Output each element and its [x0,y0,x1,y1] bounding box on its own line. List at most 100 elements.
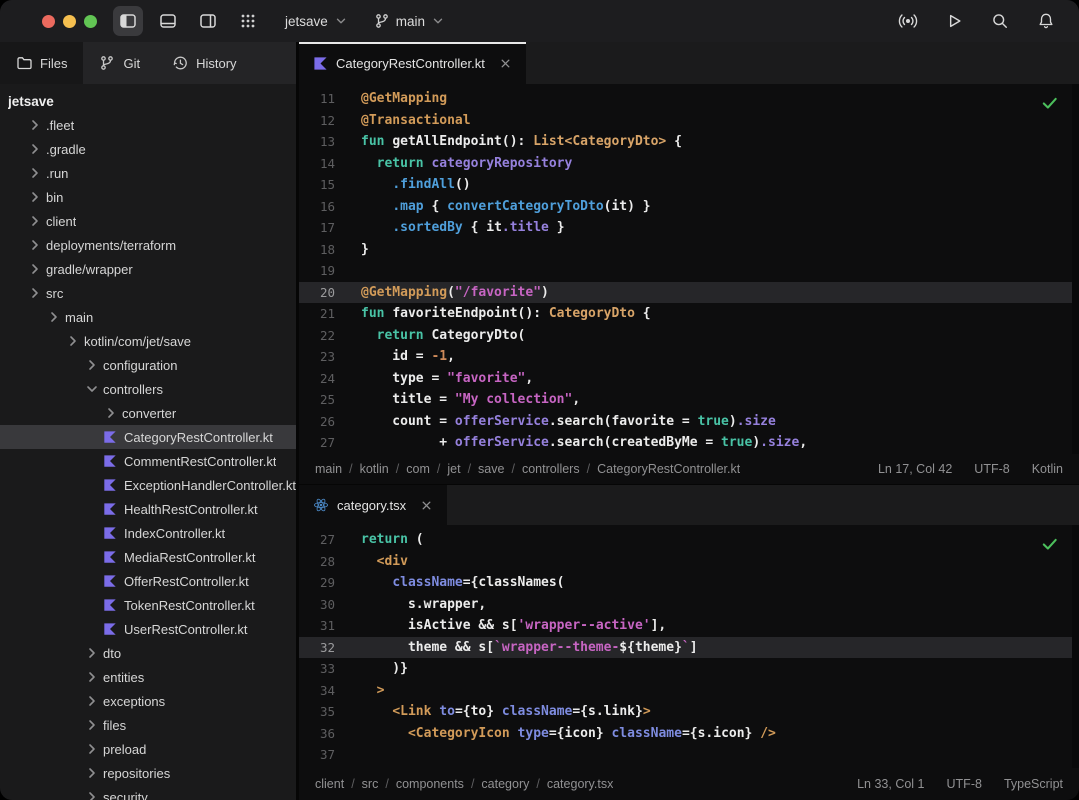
chevron-right-icon[interactable] [84,741,100,757]
tree-item-dto[interactable]: dto [0,641,296,665]
editor-tab-category-rest-controller[interactable]: CategoryRestController.kt [299,42,526,84]
tree-item-main[interactable]: main [0,305,296,329]
code-line-17[interactable]: 17 .sortedBy { it.title } [299,217,1079,239]
code-line-27[interactable]: 27return ( [299,529,1079,551]
code-line-35[interactable]: 35 <Link to={to} className={s.link}> [299,701,1079,723]
tree-item-entities[interactable]: entities [0,665,296,689]
tree-item-kotlin-com-jet-save[interactable]: kotlin/com/jet/save [0,329,296,353]
tree-item-src[interactable]: src [0,281,296,305]
breadcrumb-segment[interactable]: kotlin [360,462,389,476]
tree-item-exceptionhandlercontroller-kt[interactable]: ExceptionHandlerController.kt [0,473,296,497]
chevron-right-icon[interactable] [84,789,100,800]
breadcrumb-segment[interactable]: category [481,777,529,791]
tree-item-configuration[interactable]: configuration [0,353,296,377]
file-language[interactable]: Kotlin [1032,462,1063,476]
branch-selector[interactable]: main [374,13,445,29]
tab-history[interactable]: History [156,42,252,84]
code-line-23[interactable]: 23 id = -1, [299,346,1079,368]
file-language[interactable]: TypeScript [1004,777,1063,791]
cursor-position[interactable]: Ln 33, Col 1 [857,777,924,791]
tree-item-commentrestcontroller-kt[interactable]: CommentRestController.kt [0,449,296,473]
tree-item-userrestcontroller-kt[interactable]: UserRestController.kt [0,617,296,641]
tree-item-files[interactable]: files [0,713,296,737]
tree-item-tokenrestcontroller-kt[interactable]: TokenRestController.kt [0,593,296,617]
chevron-right-icon[interactable] [27,165,43,181]
toggle-left-panel-button[interactable] [113,6,143,36]
tab-files[interactable]: Files [0,42,83,84]
chevron-right-icon[interactable] [27,213,43,229]
close-window-button[interactable] [42,15,55,28]
search-button[interactable] [987,8,1013,34]
chevron-right-icon[interactable] [27,141,43,157]
chevron-right-icon[interactable] [27,189,43,205]
close-tab-icon[interactable] [418,497,435,514]
chevron-right-icon[interactable] [84,765,100,781]
chevron-right-icon[interactable] [84,717,100,733]
breadcrumb-segment[interactable]: jet [447,462,460,476]
tree-item-preload[interactable]: preload [0,737,296,761]
tree-item-offerrestcontroller-kt[interactable]: OfferRestController.kt [0,569,296,593]
code-line-36[interactable]: 36 <CategoryIcon type={icon} className={… [299,723,1079,745]
code-line-11[interactable]: 11@GetMapping [299,88,1079,110]
code-line-16[interactable]: 16 .map { convertCategoryToDto(it) } [299,196,1079,218]
notifications-button[interactable] [1033,8,1059,34]
run-button[interactable] [941,8,967,34]
code-line-32[interactable]: 32 theme && s[`wrapper--theme-${theme}`] [299,637,1079,659]
tree-item-indexcontroller-kt[interactable]: IndexController.kt [0,521,296,545]
tree-item-converter[interactable]: converter [0,401,296,425]
breadcrumb-segment[interactable]: controllers [522,462,580,476]
code-line-30[interactable]: 30 s.wrapper, [299,594,1079,616]
tree-item--gradle[interactable]: .gradle [0,137,296,161]
tree-item-exceptions[interactable]: exceptions [0,689,296,713]
code-line-14[interactable]: 14 return categoryRepository [299,153,1079,175]
chevron-right-icon[interactable] [65,333,81,349]
tree-item-categoryrestcontroller-kt[interactable]: CategoryRestController.kt [0,425,296,449]
code-line-12[interactable]: 12@Transactional [299,110,1079,132]
code-line-25[interactable]: 25 title = "My collection", [299,389,1079,411]
breadcrumb-segment[interactable]: save [478,462,504,476]
code-editor-kotlin[interactable]: 11@GetMapping12@Transactional13fun getAl… [299,84,1079,454]
chevron-right-icon[interactable] [46,309,62,325]
project-selector[interactable]: jetsave [285,14,348,29]
workspace-grid-button[interactable] [233,6,263,36]
toggle-right-panel-button[interactable] [193,6,223,36]
inspections-ok-icon[interactable] [1040,534,1059,558]
breadcrumb-segment[interactable]: components [396,777,464,791]
code-line-22[interactable]: 22 return CategoryDto( [299,325,1079,347]
tree-item-client[interactable]: client [0,209,296,233]
cursor-position[interactable]: Ln 17, Col 42 [878,462,952,476]
code-line-15[interactable]: 15 .findAll() [299,174,1079,196]
scrollbar[interactable] [1072,84,1079,454]
breadcrumb-segment[interactable]: src [362,777,379,791]
chevron-right-icon[interactable] [27,261,43,277]
tree-item-jetsave[interactable]: jetsave [0,89,296,113]
code-line-33[interactable]: 33 )} [299,658,1079,680]
code-line-20[interactable]: 20@GetMapping("/favorite") [299,282,1079,304]
code-line-29[interactable]: 29 className={classNames( [299,572,1079,594]
tab-git[interactable]: Git [83,42,156,84]
maximize-window-button[interactable] [84,15,97,28]
chevron-right-icon[interactable] [84,693,100,709]
chevron-right-icon[interactable] [84,645,100,661]
scrollbar[interactable] [1072,525,1079,768]
code-line-24[interactable]: 24 type = "favorite", [299,368,1079,390]
editor-tab-category-tsx[interactable]: category.tsx [299,485,447,525]
chevron-right-icon[interactable] [27,285,43,301]
breadcrumb-segment[interactable]: category.tsx [547,777,613,791]
tree-item--run[interactable]: .run [0,161,296,185]
code-line-27[interactable]: 27 + offerService.search(createdByMe = t… [299,432,1079,454]
close-tab-icon[interactable] [497,55,514,72]
code-line-19[interactable]: 19 [299,260,1079,282]
chevron-right-icon[interactable] [84,669,100,685]
tree-item-mediarestcontroller-kt[interactable]: MediaRestController.kt [0,545,296,569]
share-session-button[interactable] [895,8,921,34]
tree-item-deployments-terraform[interactable]: deployments/terraform [0,233,296,257]
toggle-bottom-panel-button[interactable] [153,6,183,36]
file-encoding[interactable]: UTF-8 [974,462,1009,476]
breadcrumb-segment[interactable]: com [406,462,430,476]
tree-item-bin[interactable]: bin [0,185,296,209]
chevron-right-icon[interactable] [103,405,119,421]
code-line-34[interactable]: 34 > [299,680,1079,702]
breadcrumb-segment[interactable]: CategoryRestController.kt [597,462,740,476]
chevron-down-icon[interactable] [84,381,100,397]
